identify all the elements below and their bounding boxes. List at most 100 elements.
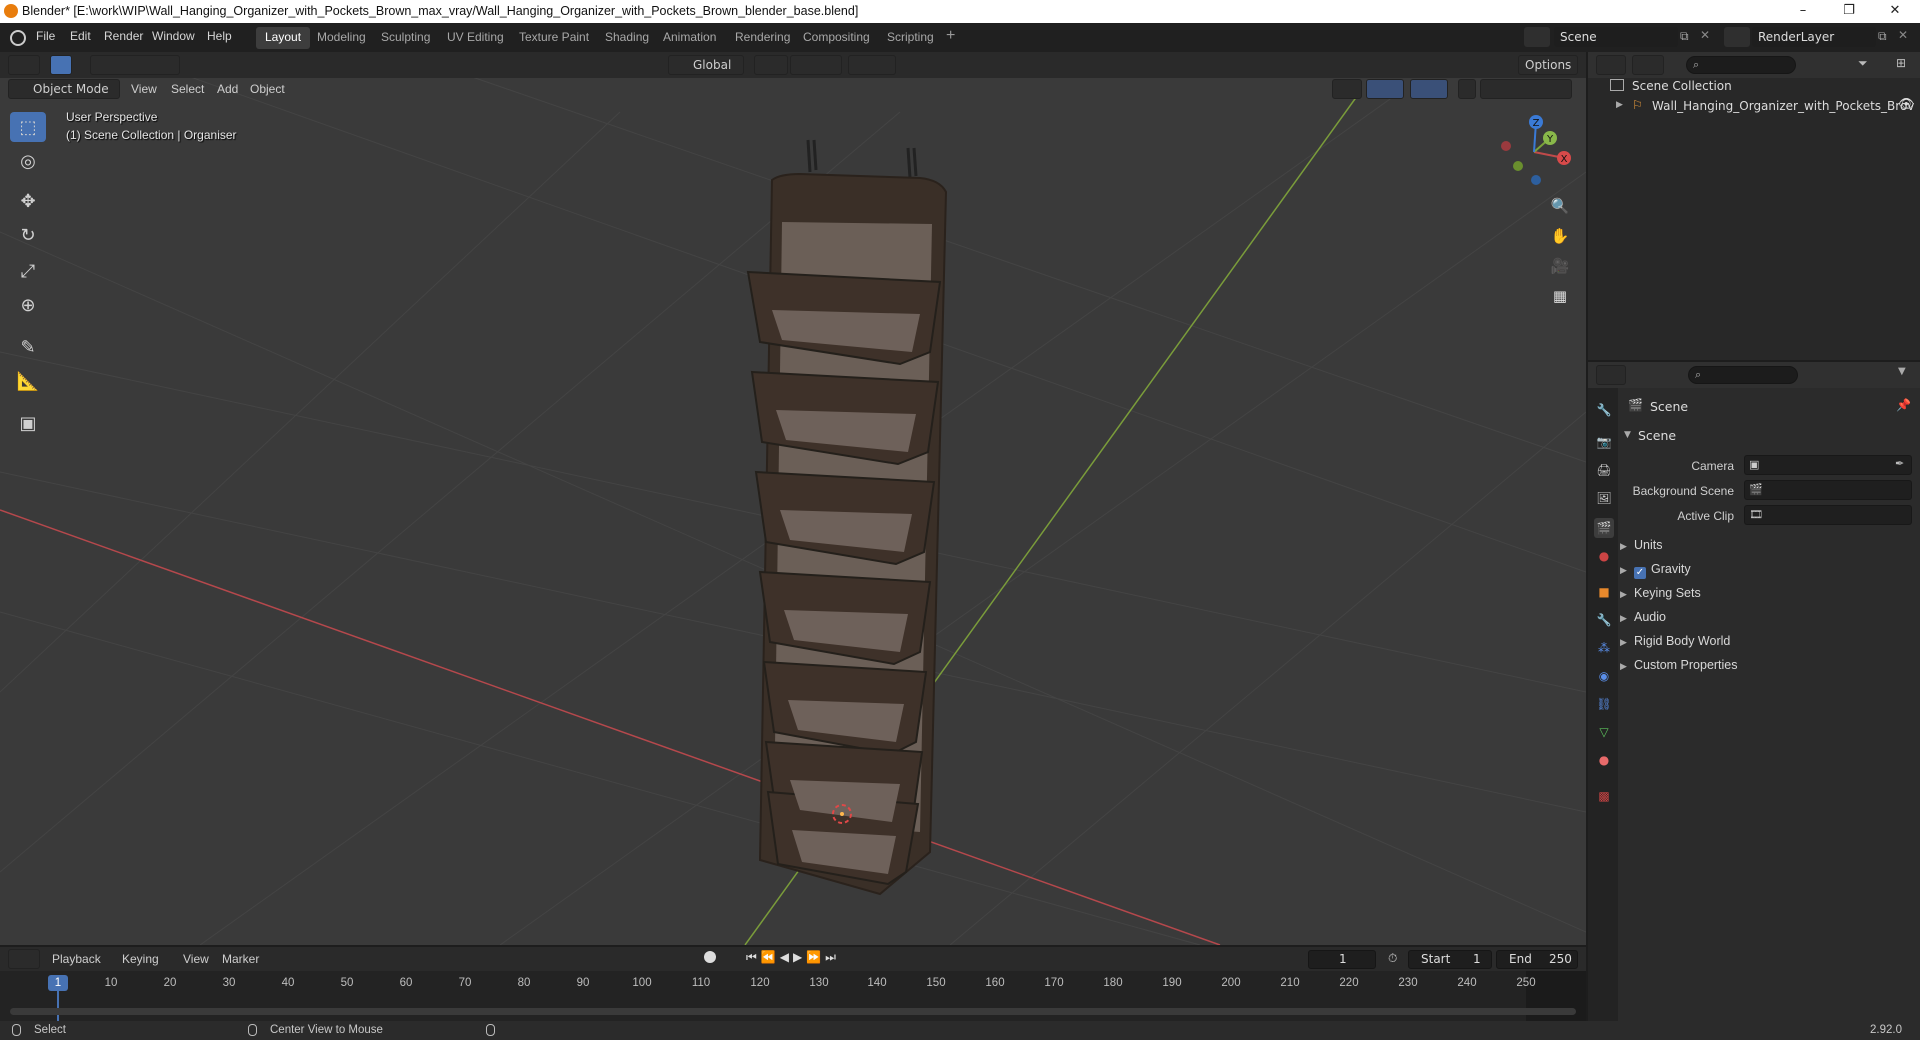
viewport-menu-view[interactable]: View xyxy=(131,82,157,96)
active-clip-field[interactable]: 🎞 xyxy=(1744,505,1912,525)
cursor-tool[interactable]: ◎ xyxy=(10,146,46,176)
object-mode-dropdown[interactable]: Object Mode xyxy=(8,79,120,99)
camera-field[interactable]: ▣ ✒ xyxy=(1744,455,1912,475)
scale-tool[interactable]: ⤢ xyxy=(10,256,46,286)
options-dropdown[interactable]: Options xyxy=(1518,55,1578,75)
outliner-editor-type[interactable] xyxy=(1596,55,1626,75)
scene-panel-title[interactable]: Scene xyxy=(1638,428,1676,443)
rigid-body-world-subpanel[interactable]: ▶ Rigid Body World xyxy=(1620,634,1916,656)
modifier-tab-icon[interactable]: 🔧 xyxy=(1594,610,1614,630)
world-tab-icon[interactable]: ● xyxy=(1594,546,1614,566)
renderlayer-selector[interactable]: RenderLayer xyxy=(1752,27,1876,47)
eye-visibility-icon[interactable]: 👁 xyxy=(1898,97,1915,112)
snap-icon[interactable] xyxy=(790,55,842,75)
tool-tab-icon[interactable]: 🔧 xyxy=(1594,400,1614,420)
transform-orientation-dropdown[interactable]: Global xyxy=(668,55,744,75)
xray-toggle-icon[interactable] xyxy=(1458,79,1476,99)
current-frame-field[interactable]: 1 xyxy=(1308,950,1376,969)
eyedropper-icon[interactable]: ✒ xyxy=(1895,457,1904,470)
new-collection-icon[interactable]: ⊞ xyxy=(1896,56,1906,70)
timeline-menu-playback[interactable]: Playback xyxy=(52,952,101,966)
tab-shading[interactable]: Shading xyxy=(596,27,658,49)
material-tab-icon[interactable]: ● xyxy=(1594,750,1614,770)
record-icon[interactable] xyxy=(704,951,716,963)
output-tab-icon[interactable]: 🖨 xyxy=(1594,460,1614,480)
tab-compositing[interactable]: Compositing xyxy=(794,27,879,49)
panel-collapse-arrow-icon[interactable]: ▼ xyxy=(1624,430,1631,440)
editor-type-button[interactable] xyxy=(8,55,40,75)
add-workspace-button[interactable]: + xyxy=(946,27,955,45)
renderlayer-copy-icon[interactable]: ⧉ xyxy=(1878,29,1887,44)
render-tab-icon[interactable]: 📷 xyxy=(1594,432,1614,452)
outliner-search-input[interactable]: ⌕ xyxy=(1686,56,1796,74)
select-tool-icon[interactable] xyxy=(50,55,72,75)
zoom-icon[interactable]: 🔍 xyxy=(1546,192,1574,220)
renderlayer-remove-icon[interactable]: ✕ xyxy=(1898,28,1908,42)
viewport-menu-object[interactable]: Object xyxy=(250,82,285,96)
background-scene-field[interactable]: 🎬 xyxy=(1744,480,1912,500)
tab-modeling[interactable]: Modeling xyxy=(308,27,375,49)
properties-search-input[interactable]: ⌕ xyxy=(1688,366,1798,384)
playback-controls[interactable]: ⏮⏪◀▶⏩⏭ xyxy=(746,950,840,965)
measure-tool[interactable]: 📐 xyxy=(10,366,46,396)
navigation-gizmo[interactable]: X Y Z xyxy=(1490,108,1576,194)
scene-copy-icon[interactable]: ⧉ xyxy=(1680,29,1689,44)
filter-icon[interactable]: ⏷ xyxy=(1858,56,1868,71)
start-frame-field[interactable]: Start 1 xyxy=(1408,950,1492,969)
texture-tab-icon[interactable]: ▩ xyxy=(1594,786,1614,806)
particles-tab-icon[interactable]: ⁂ xyxy=(1594,638,1614,658)
wall-organizer-model[interactable] xyxy=(746,139,948,896)
timeline-scrollbar[interactable] xyxy=(10,1008,1576,1015)
transform-tool[interactable]: ⊕ xyxy=(10,290,46,320)
tab-texture-paint[interactable]: Texture Paint xyxy=(510,27,598,49)
visibility-icon[interactable] xyxy=(1332,79,1362,99)
keying-sets-subpanel[interactable]: ▶ Keying Sets xyxy=(1620,586,1916,608)
rotate-tool[interactable]: ↻ xyxy=(10,220,46,250)
pivot-point-icon[interactable] xyxy=(754,55,788,75)
outliner-item-organizer[interactable]: Wall_Hanging_Organizer_with_Pockets_Brov xyxy=(1652,99,1914,113)
scene-selector[interactable]: Scene xyxy=(1554,27,1678,47)
pan-hand-icon[interactable]: ✋ xyxy=(1546,222,1574,250)
scene-type-icon[interactable] xyxy=(1524,27,1550,47)
3d-viewport[interactable] xyxy=(0,52,1586,945)
menu-file[interactable]: File xyxy=(36,29,55,43)
timeline-menu-keying[interactable]: Keying xyxy=(122,952,159,966)
end-frame-field[interactable]: End 250 xyxy=(1496,950,1578,969)
scene-tab-icon[interactable]: 🎬 xyxy=(1594,518,1614,538)
outliner-scene-collection[interactable]: Scene Collection xyxy=(1632,79,1732,93)
tab-uv-editing[interactable]: UV Editing xyxy=(438,27,513,49)
tab-scripting[interactable]: Scripting xyxy=(878,27,943,49)
minimize-button[interactable]: – xyxy=(1780,0,1826,23)
gizmo-toggle-icon[interactable] xyxy=(1366,79,1404,99)
move-tool[interactable]: ✥ xyxy=(10,186,46,216)
audio-subpanel[interactable]: ▶ Audio xyxy=(1620,610,1916,632)
tab-sculpting[interactable]: Sculpting xyxy=(372,27,439,49)
blender-menu-icon[interactable] xyxy=(10,30,26,46)
expand-arrow-icon[interactable]: ▶ xyxy=(1616,100,1623,110)
physics-tab-icon[interactable]: ◉ xyxy=(1594,666,1614,686)
data-tab-icon[interactable]: ▽ xyxy=(1594,722,1614,742)
properties-editor-type[interactable] xyxy=(1596,365,1626,385)
view-layer-tab-icon[interactable]: 🖼 xyxy=(1594,488,1614,508)
scene-remove-icon[interactable]: ✕ xyxy=(1700,28,1710,42)
menu-render[interactable]: Render xyxy=(104,29,143,43)
viewport-menu-add[interactable]: Add xyxy=(217,82,238,96)
tab-rendering[interactable]: Rendering xyxy=(726,27,799,49)
clock-icon[interactable]: ⏱ xyxy=(1388,951,1397,966)
shading-mode-buttons[interactable] xyxy=(1480,79,1572,99)
chevron-down-icon[interactable]: ▼ xyxy=(1898,366,1906,377)
object-tab-icon[interactable]: ■ xyxy=(1594,582,1614,602)
ortho-grid-icon[interactable]: ▦ xyxy=(1546,282,1574,310)
timeline-menu-marker[interactable]: Marker xyxy=(222,952,259,966)
gravity-checkbox[interactable]: ✓ xyxy=(1634,567,1646,579)
tab-animation[interactable]: Animation xyxy=(654,27,725,49)
units-subpanel[interactable]: ▶ Units xyxy=(1620,538,1916,560)
camera-view-icon[interactable]: 🎥 xyxy=(1546,252,1574,280)
annotate-tool[interactable]: ✎ xyxy=(10,332,46,362)
timeline-editor-type[interactable] xyxy=(8,949,40,969)
select-box-tool[interactable]: ⬚ xyxy=(10,112,46,142)
outliner-display-mode[interactable] xyxy=(1632,55,1664,75)
menu-window[interactable]: Window xyxy=(152,29,195,43)
close-button[interactable]: ✕ xyxy=(1872,0,1918,23)
timeline-menu-view[interactable]: View xyxy=(183,952,209,966)
